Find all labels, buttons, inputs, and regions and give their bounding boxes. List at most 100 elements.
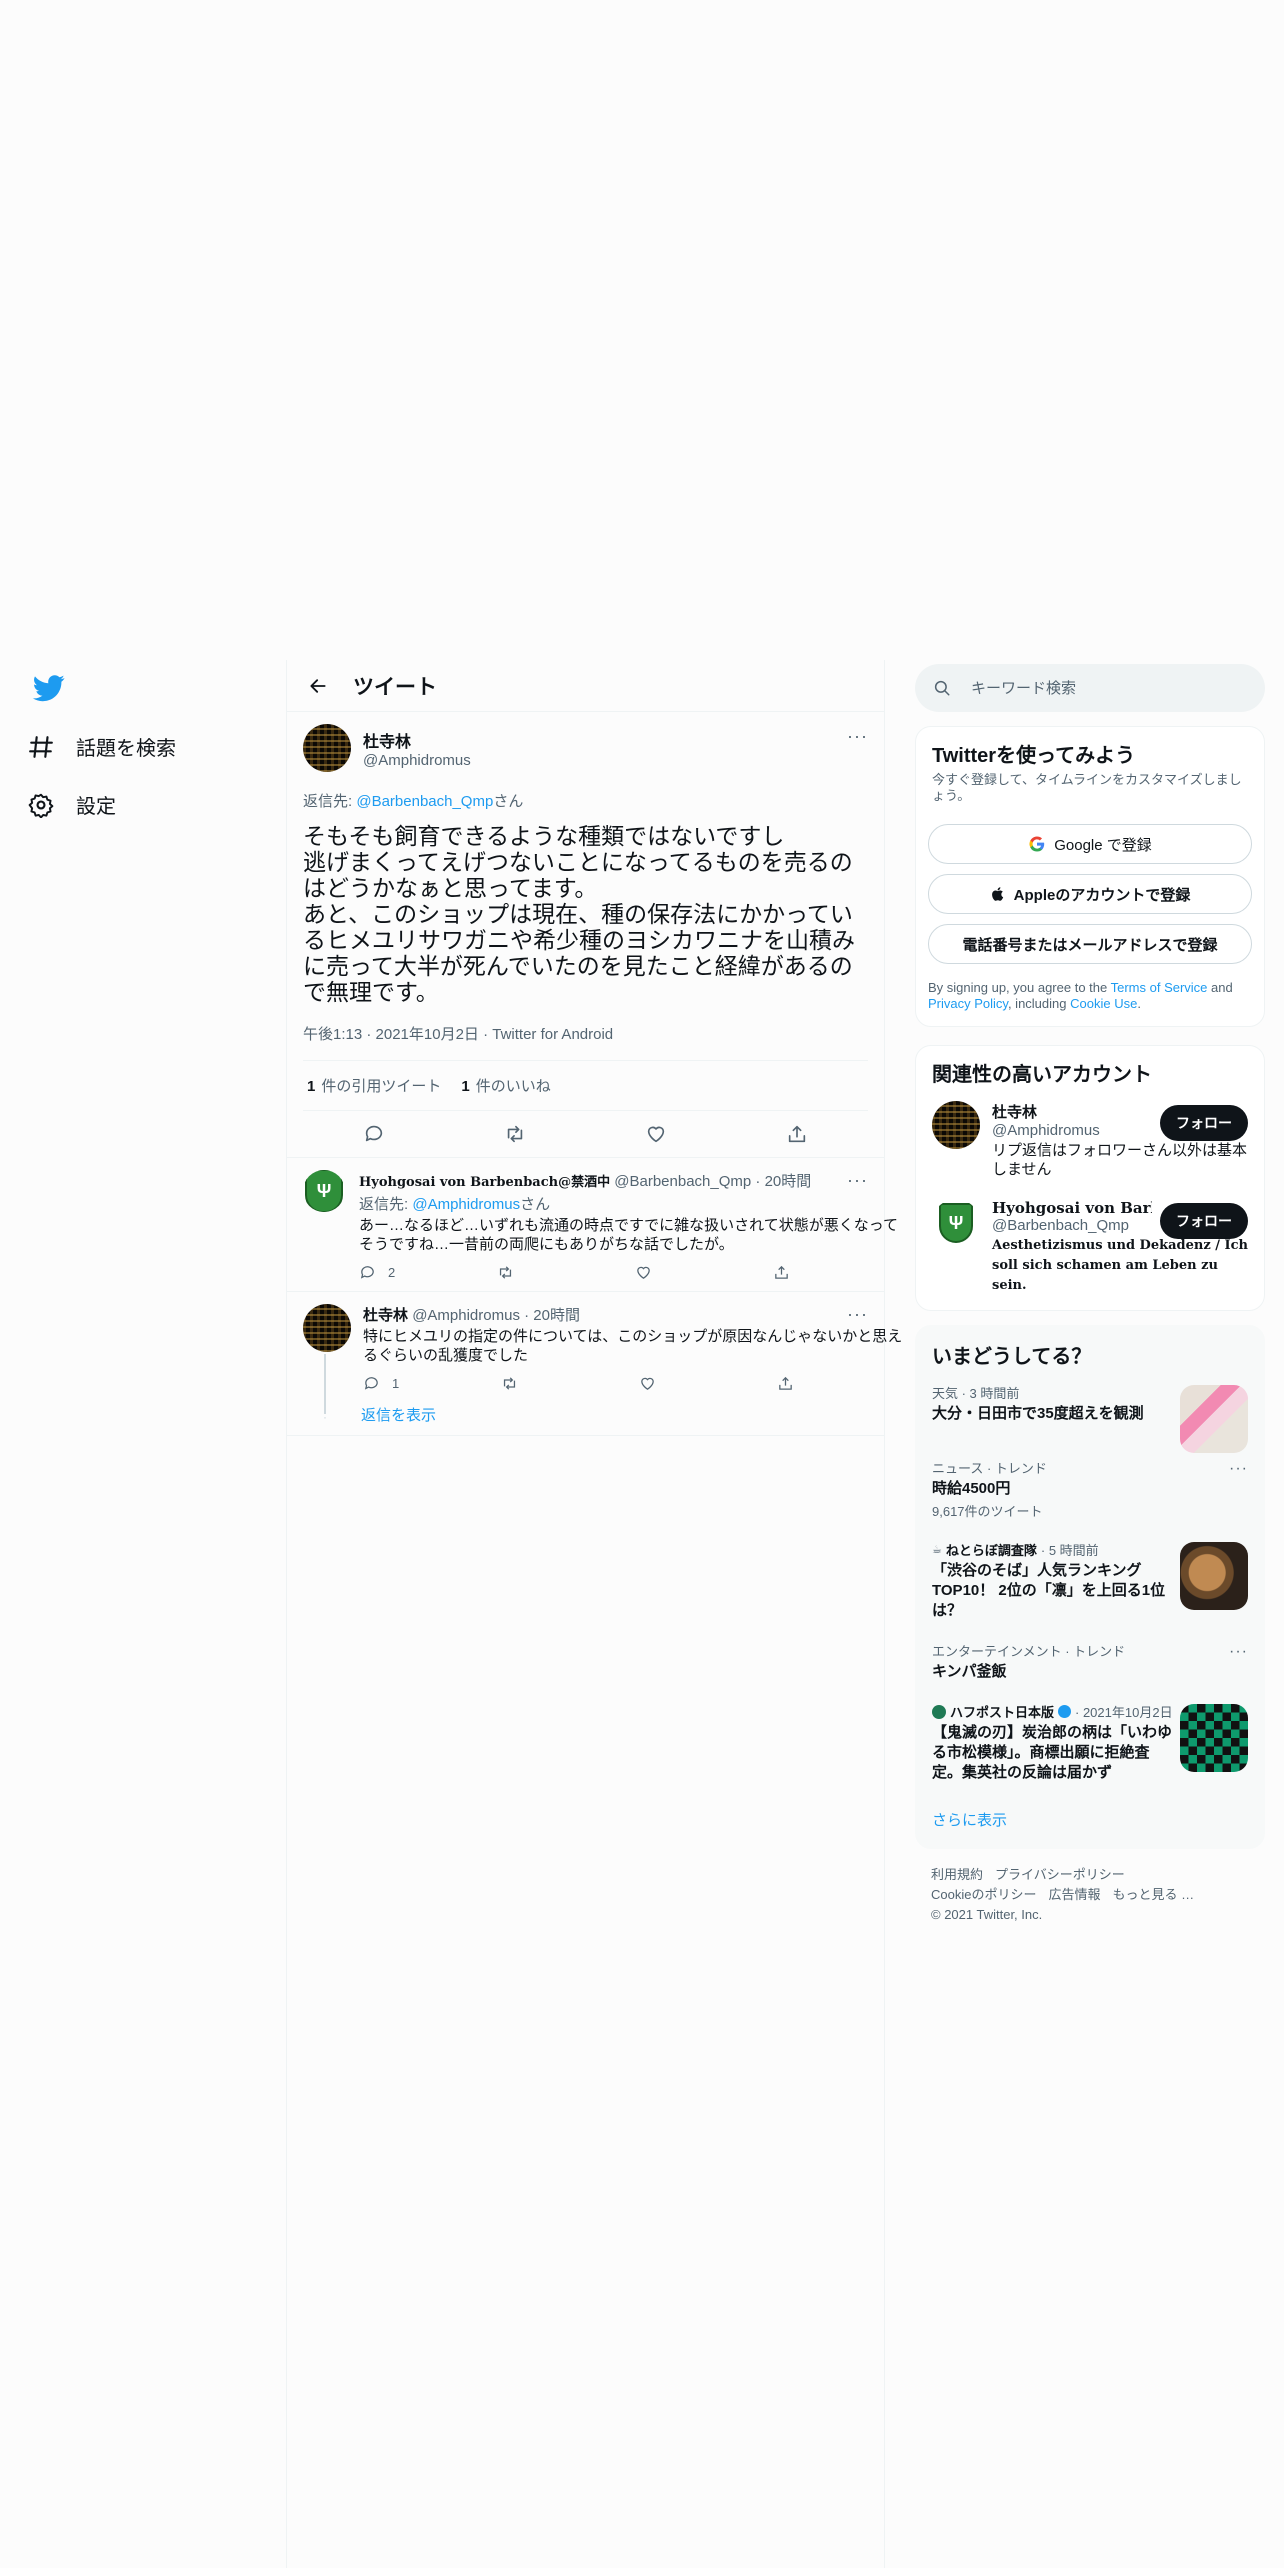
footer-link[interactable]: プライバシーポリシー — [995, 1867, 1125, 1882]
reply-to-label: 返信先: — [359, 1196, 413, 1213]
nav-item-label: 話題を検索 — [76, 738, 176, 760]
phone-email-signup-button[interactable]: 電話番号またはメールアドレスで登録 — [928, 924, 1252, 964]
reply-to-handle-link[interactable]: @Amphidromus — [412, 1196, 520, 1213]
show-more-link[interactable]: さらに表示 — [916, 1793, 1264, 1848]
legal-text: , including — [1007, 996, 1071, 1011]
like-button[interactable] — [635, 1264, 773, 1281]
terms-of-service-link[interactable]: Terms of Service — [1111, 980, 1208, 995]
retweet-button[interactable] — [501, 1375, 639, 1392]
reply-icon[interactable] — [363, 1123, 385, 1145]
cookie-use-link[interactable]: Cookie Use — [1070, 996, 1137, 1011]
apple-signup-button[interactable]: Appleのアカウントで登録 — [928, 874, 1252, 914]
footer-link[interactable]: もっと見る … — [1112, 1887, 1194, 1902]
trend-title: 大分・日田市で35度超えを観測 — [932, 1405, 1144, 1422]
author-name[interactable]: 杜寺林 — [363, 728, 471, 752]
avatar[interactable]: Ψ — [932, 1199, 980, 1247]
avatar[interactable]: Ψ — [303, 1170, 345, 1212]
relevant-accounts-card: 関連性の高いアカウント 杜寺林 @Amphidromus リプ返信はフォロワーさ… — [915, 1045, 1265, 1311]
search-box[interactable] — [915, 664, 1265, 712]
footer-link[interactable]: Cookieのポリシー — [931, 1887, 1036, 1902]
trends-card: いまどうしてる？ 天気 · 3 時間前 大分・日田市で35度超えを観測 ニュース… — [915, 1325, 1265, 1849]
more-options-icon[interactable]: ··· — [1229, 1643, 1248, 1661]
show-replies-link[interactable]: 返信を表示 — [361, 1407, 436, 1424]
reply-author-handle[interactable]: @Barbenbach_Qmp — [614, 1173, 751, 1190]
avatar[interactable] — [303, 1304, 351, 1352]
like-label: 件のいいね — [475, 1078, 551, 1095]
reply-time[interactable]: · 20時間 — [755, 1173, 811, 1190]
trend-meta: ニュース · トレンド — [932, 1461, 1047, 1476]
privacy-policy-link[interactable]: Privacy Policy — [928, 996, 1008, 1011]
search-input[interactable] — [971, 679, 1221, 697]
tweet-stats: 1 件の引用ツイート 1 件のいいね — [303, 1061, 868, 1111]
right-sidebar: Twitterを使ってみよう 今すぐ登録して、タイムラインをカスタマイズしましょ… — [915, 664, 1265, 1925]
footer-link[interactable]: 利用規約 — [931, 1867, 983, 1882]
footer: 利用規約 プライバシーポリシー Cookieのポリシー 広告情報 もっと見る … © … — [915, 1849, 1265, 1925]
twitter-logo-icon[interactable] — [30, 672, 68, 704]
legal-text: By signing up, you agree to the — [928, 980, 1111, 995]
footer-link[interactable]: 広告情報 — [1048, 1887, 1100, 1902]
tweet-timestamp[interactable]: 午後1:13 · 2021年10月2日 · Twitter for Androi… — [303, 1023, 868, 1061]
share-button[interactable] — [773, 1264, 911, 1281]
quote-tweets-link[interactable]: 1 件の引用ツイート — [307, 1075, 441, 1096]
share-button[interactable] — [777, 1375, 915, 1392]
trend-time: · 2021年10月2日 — [1075, 1705, 1173, 1720]
legal-text: and — [1207, 980, 1233, 995]
legal-text: . — [1137, 996, 1141, 1011]
more-options-icon[interactable]: ··· — [847, 1170, 868, 1191]
trend-item[interactable]: エンターテインメント · トレンド キンパ釜飯 ··· — [916, 1631, 1264, 1692]
more-options-icon[interactable]: ··· — [847, 726, 868, 747]
retweet-icon[interactable] — [504, 1123, 526, 1145]
more-options-icon[interactable]: ··· — [847, 1304, 868, 1325]
like-heart-icon[interactable] — [645, 1123, 667, 1145]
nav-item-explore[interactable]: 話題を検索 — [28, 732, 176, 761]
account-name[interactable]: 杜寺林 — [992, 1101, 1152, 1122]
reply-icon — [360, 1266, 374, 1279]
tweet-text: そもそも飼育できるような種類ではないですし 逃げまくってえげつないことになってる… — [303, 823, 855, 1005]
account-handle[interactable]: @Amphidromus — [992, 1122, 1152, 1139]
google-signup-button[interactable]: Google で登録 — [928, 824, 1252, 864]
quote-label: 件の引用ツイート — [321, 1078, 442, 1095]
reply-author-name[interactable]: 杜寺林 — [363, 1307, 408, 1324]
like-button[interactable] — [639, 1375, 777, 1392]
huffpost-logo-icon — [932, 1704, 946, 1719]
share-icon[interactable] — [786, 1123, 808, 1145]
trend-source: ハフポスト日本版 — [950, 1705, 1055, 1720]
main-header: ツイート — [287, 660, 884, 712]
trend-item[interactable]: ☕ ねとらぼ調査隊 · 5 時間前 「渋谷のそば」人気ランキングTOP10！ 2位の… — [916, 1530, 1264, 1631]
more-options-icon[interactable]: ··· — [1229, 1460, 1248, 1478]
trend-title: 時給4500円 — [932, 1480, 1011, 1497]
reply-author-name[interactable]: Hyohgosai von Barbenbach@禁酒中 — [359, 1175, 610, 1190]
retweet-button[interactable] — [497, 1264, 635, 1281]
likes-link[interactable]: 1 件のいいね — [461, 1075, 550, 1096]
reply-to-handle-link[interactable]: @Barbenbach_Qmp — [356, 793, 493, 810]
tweet-actions — [303, 1111, 868, 1157]
account-bio: Aesthetizismus und Dekadenz / Ich soll s… — [992, 1238, 1248, 1293]
reply-button[interactable]: 1 — [363, 1375, 501, 1392]
follow-button[interactable]: フォロー — [1160, 1203, 1248, 1239]
account-cell[interactable]: Ψ Hyohgosai von Barbenba @Barbenbach_Qmp… — [916, 1189, 1264, 1310]
signup-legal-text: By signing up, you agree to the Terms of… — [916, 964, 1264, 1026]
reply-tweet[interactable]: 杜寺林 @Amphidromus · 20時間 特にヒメユリの指定の件については… — [287, 1292, 902, 1414]
reply-author-handle[interactable]: @Amphidromus — [412, 1307, 520, 1324]
author-handle[interactable]: @Amphidromus — [363, 752, 471, 769]
reply-button[interactable]: 2 — [359, 1264, 497, 1281]
trend-item[interactable]: 天気 · 3 時間前 大分・日田市で35度超えを観測 — [916, 1373, 1264, 1453]
account-name[interactable]: Hyohgosai von Barbenba — [992, 1199, 1152, 1217]
trend-time: · 5 時間前 — [1040, 1543, 1099, 1558]
reply-tweet[interactable]: Ψ Hyohgosai von Barbenbach@禁酒中 @Barbenba… — [287, 1158, 898, 1292]
avatar[interactable] — [932, 1101, 980, 1149]
nav-item-settings[interactable]: 設定 — [28, 790, 116, 819]
avatar[interactable] — [303, 724, 351, 772]
reply-to-line: 返信先: @Amphidromusさん — [359, 1193, 911, 1214]
page-title: ツイート — [353, 675, 437, 699]
trend-item[interactable]: ハフポスト日本版 · 2021年10月2日 【鬼滅の刃】炭治郎の柄は「いわゆる市松… — [916, 1692, 1264, 1793]
follow-button[interactable]: フォロー — [1160, 1105, 1248, 1141]
trend-item[interactable]: ニュース · トレンド 時給4500円 9,617件のツイート ··· — [916, 1448, 1264, 1530]
copyright: © 2021 Twitter, Inc. — [931, 1907, 1043, 1922]
back-button[interactable] — [301, 669, 335, 703]
account-cell[interactable]: 杜寺林 @Amphidromus リプ返信はフォロワーさん以外は基本しません フ… — [916, 1091, 1264, 1189]
reply-time[interactable]: · 20時間 — [524, 1307, 580, 1324]
account-handle[interactable]: @Barbenbach_Qmp — [992, 1217, 1152, 1234]
nav-item-label: 設定 — [76, 796, 116, 818]
signup-title: Twitterを使ってみよう — [932, 745, 1136, 767]
